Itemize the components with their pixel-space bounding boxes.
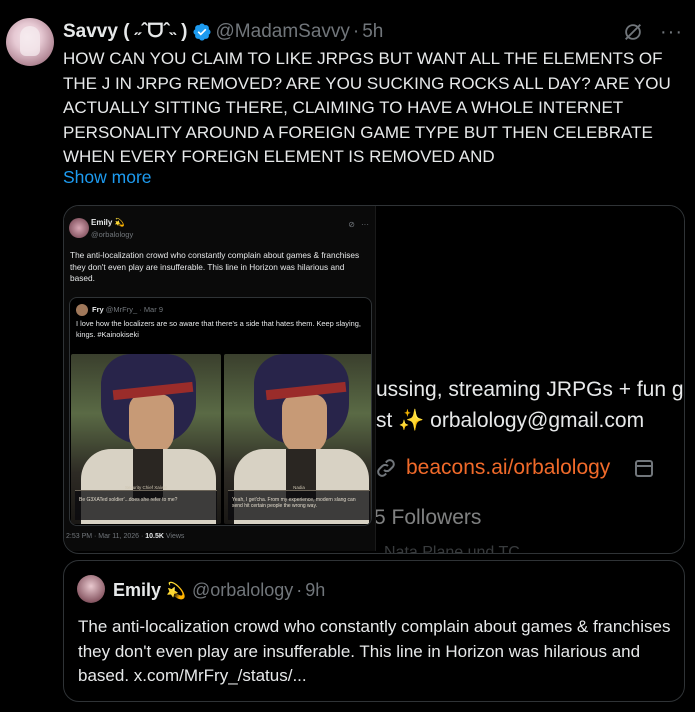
more-options-icon[interactable]: ··· (660, 22, 683, 42)
bg-followers: 5 Followers (374, 506, 482, 529)
embedded-quoted-name: Fry (92, 305, 104, 314)
bg-link-text: beacons.ai/orbalology (406, 456, 611, 479)
post-media-image[interactable]: ussing, streaming JRPGs + fun g st ✨ orb… (63, 205, 685, 554)
quoted-separator: · (296, 580, 303, 600)
embedded-quoted-avatar (76, 304, 88, 316)
embedded-quoted-post: Fry @MrFry_ · Mar 9 I love how the local… (69, 297, 372, 526)
embedded-footer: 2:53 PM · Mar 11, 2026 · 10.5K Views (66, 533, 184, 540)
header-actions: ··· (622, 21, 683, 43)
embedded-quoted-date: Mar 9 (143, 305, 163, 314)
dialogue-text-left: Be G3XATed soldier'...does she refer to … (79, 497, 178, 503)
bg-link-row: beacons.ai/orbalology (374, 456, 656, 480)
calendar-icon (635, 460, 654, 477)
bg-cut-text: Nata Plane und TC (384, 544, 520, 554)
embedded-footer-time: 2:53 PM · Mar 11, 2026 · (66, 533, 146, 540)
embedded-quoted-text: I love how the localizers are so aware t… (76, 319, 361, 339)
quoted-name: Emily (113, 580, 162, 600)
embedded-name: Emily 💫 (91, 218, 125, 227)
quoted-avatar (77, 575, 105, 603)
embedded-avatar (69, 218, 89, 238)
dialogue-box-right: Nadia Yeah, I get'cha. From my experienc… (228, 485, 370, 520)
bg-bio-line-1: ussing, streaming JRPGs + fun g (376, 378, 684, 401)
quoted-text: The anti-localization crowd who constant… (78, 617, 671, 685)
quoted-header: Emily 💫 @orbalology · 9h (113, 580, 325, 601)
dialogue-speaker-right: Nadia (293, 485, 305, 490)
dialogue-text-right: Yeah, I get'cha. From my experience, mod… (232, 497, 356, 509)
verified-badge-icon (192, 23, 211, 41)
post-text: HOW CAN YOU CLAIM TO LIKE JRPGS BUT WANT… (63, 49, 671, 166)
embedded-quoted-header: Fry @MrFry_ · Mar 9 (92, 305, 163, 314)
game-screenshot-left: Security Chief Xaiver Be G3XATed soldier… (71, 354, 221, 524)
embedded-footer-views-label: Views (163, 533, 185, 540)
dialogue-speaker-left: Security Chief Xaiver (124, 485, 168, 490)
author-display-name[interactable]: Savvy ( ˶ˆᗜˆ˵ ) (63, 21, 188, 43)
embedded-footer-views: 10.5K (145, 533, 164, 540)
embedded-quoted-sep: · (139, 305, 142, 314)
dialogue-box-left: Security Chief Xaiver Be G3XATed soldier… (75, 485, 217, 520)
show-more-link[interactable]: Show more (63, 167, 152, 188)
game-screenshot-right: Nadia Yeah, I get'cha. From my experienc… (224, 354, 371, 524)
grok-icon[interactable] (622, 21, 644, 43)
quoted-time: 9h (305, 580, 326, 600)
separator-dot: · (352, 21, 360, 42)
quoted-handle: @orbalology (191, 580, 294, 600)
author-handle[interactable]: @MadamSavvy (216, 21, 350, 43)
link-icon (377, 459, 395, 477)
post-timestamp[interactable]: 5h (362, 21, 383, 43)
embedded-more-icon: ··· (361, 220, 369, 229)
embedded-quoted-handle: @MrFry_ (105, 305, 138, 314)
post-header: Savvy ( ˶ˆᗜˆ˵ ) @MadamSavvy · 5h ··· (63, 20, 683, 44)
quoted-post[interactable]: Emily 💫 @orbalology · 9h The anti-locali… (63, 560, 685, 702)
embedded-actions: ⊘ ··· (348, 220, 369, 229)
author-avatar[interactable] (6, 18, 54, 66)
embedded-text: The anti-localization crowd who constant… (70, 250, 360, 283)
bg-bio-line-2: st ✨ orbalology@gmail.com (376, 409, 645, 432)
embedded-screenshot: Emily 💫 @orbalology ⊘ ··· The anti-local… (64, 206, 376, 551)
sparkle-emoji-icon: 💫 (166, 582, 186, 600)
embedded-handle: @orbalology (91, 230, 134, 239)
embedded-grok-icon: ⊘ (348, 220, 355, 229)
